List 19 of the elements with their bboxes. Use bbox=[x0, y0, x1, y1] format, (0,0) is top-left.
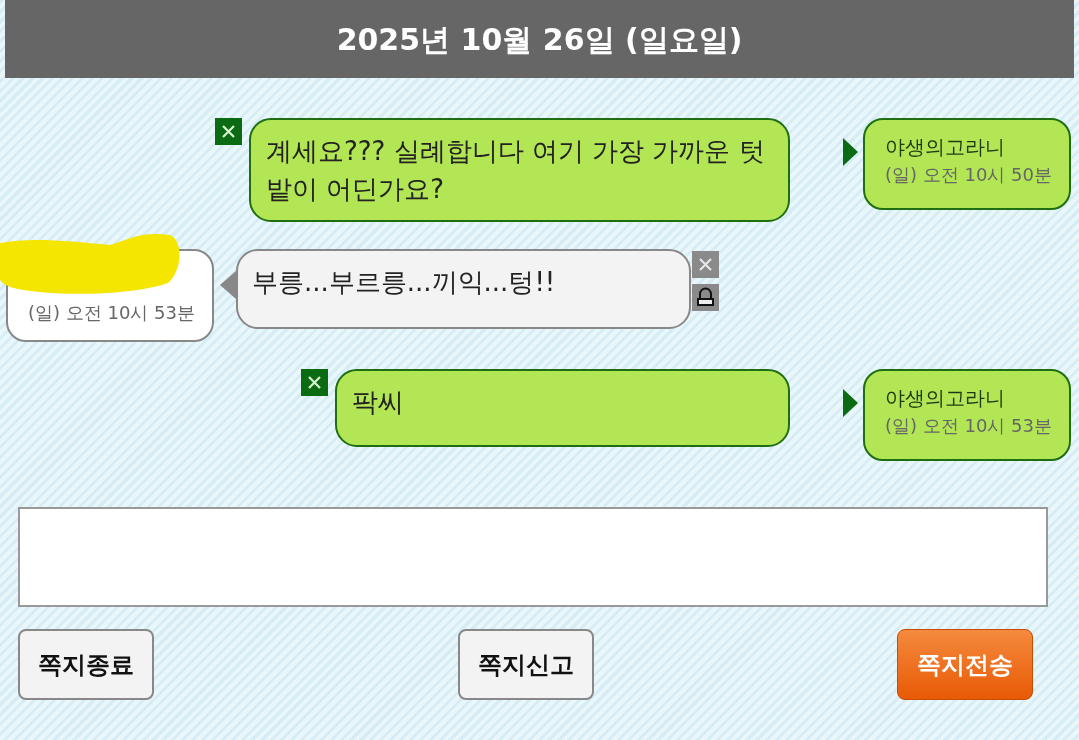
pointer-icon bbox=[843, 138, 858, 166]
message-time: (일) 오전 10시 53분 bbox=[885, 414, 1054, 438]
delete-icon[interactable] bbox=[215, 118, 242, 145]
message-time: (일) 오전 10시 50분 bbox=[885, 163, 1054, 187]
lock-icon[interactable] bbox=[692, 284, 719, 311]
date-header: 2025년 10월 26일 (일요일) bbox=[5, 0, 1074, 78]
pointer-icon bbox=[220, 271, 236, 299]
delete-icon[interactable] bbox=[301, 369, 328, 396]
action-button[interactable]: 쪽지종료 bbox=[18, 629, 154, 700]
action-button[interactable]: 쪽지신고 bbox=[457, 629, 594, 700]
delete-icon[interactable] bbox=[692, 251, 719, 278]
sender-name: 야생의고라니 bbox=[885, 134, 1006, 160]
message-bubble: 부릉...부르릉...끼익...텅!! bbox=[236, 249, 691, 329]
pointer-icon bbox=[843, 389, 858, 417]
message-bubble: 팍씨 bbox=[335, 369, 790, 447]
message-bubble: 계세요??? 실례합니다 여기 가장 가까운 텃밭이 어딘가요? bbox=[249, 118, 790, 222]
sender-name: 야생의고라니 bbox=[885, 385, 1006, 411]
message-input[interactable] bbox=[18, 507, 1048, 607]
message-time: (일) 오전 10시 53분 bbox=[28, 301, 197, 325]
